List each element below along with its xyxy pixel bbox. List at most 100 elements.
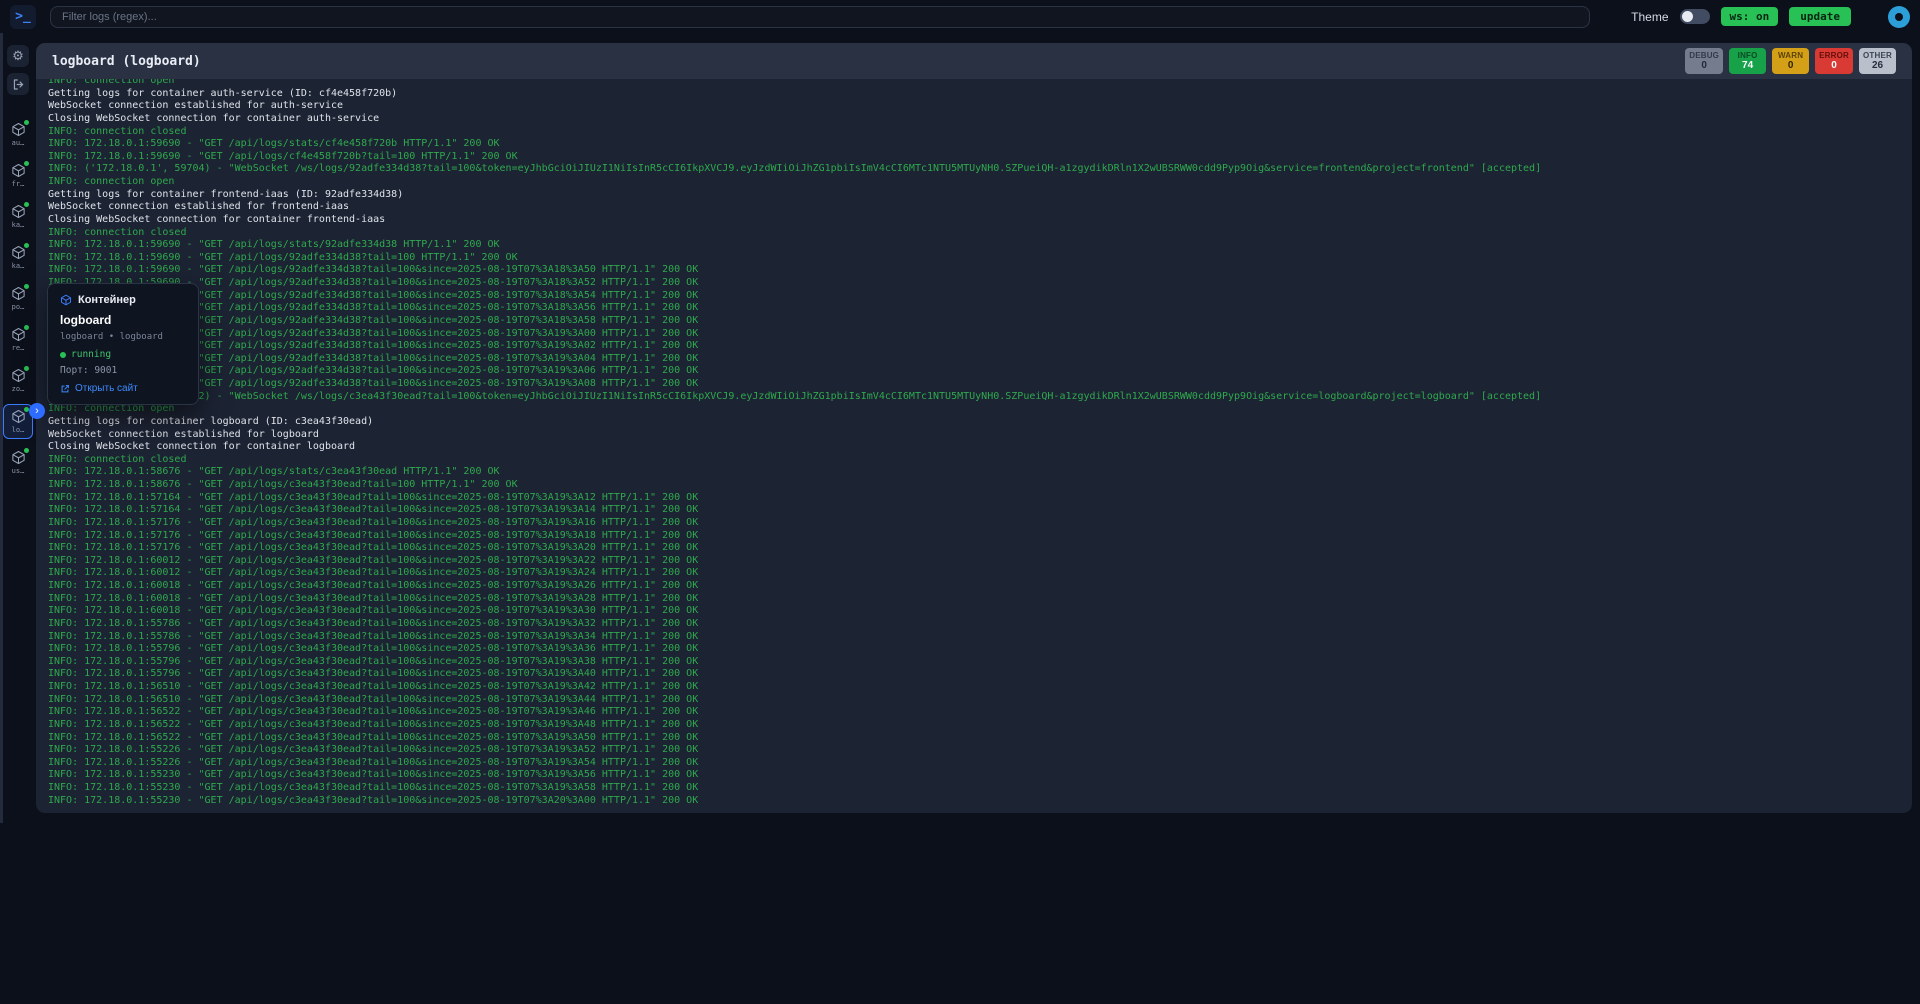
log-line: INFO: connection open — [48, 176, 1900, 189]
log-line: INFO: 172.18.0.1:60018 - "GET /api/logs/… — [48, 605, 1900, 618]
log-line: INFO: 172.18.0.1:55786 - "GET /api/logs/… — [48, 618, 1900, 631]
container-label: ka… — [12, 221, 25, 229]
gear-icon: ⚙ — [12, 48, 24, 64]
log-line: INFO: 172.18.0.1:58676 - "GET /api/logs/… — [48, 466, 1900, 479]
tooltip-kind-label: Контейнер — [78, 294, 136, 306]
badge-count: 0 — [1689, 60, 1719, 72]
running-status-dot — [24, 448, 29, 453]
log-line: INFO: connection closed — [48, 126, 1900, 139]
open-site-link[interactable]: Открыть сайт — [60, 383, 186, 394]
tooltip-container-name: logboard — [60, 313, 186, 327]
badge-label: WARN — [1776, 51, 1805, 61]
log-line: INFO: 172.18.0.1:57176 - "GET /api/logs/… — [48, 517, 1900, 530]
terminal-icon: >_ — [15, 9, 31, 24]
settings-button[interactable]: ⚙ — [7, 45, 29, 67]
log-line: INFO: ('172.18.0.1', 59704) - "WebSocket… — [48, 163, 1900, 176]
log-line: INFO: 172.18.0.1:60012 - "GET /api/logs/… — [48, 555, 1900, 568]
tooltip-subtitle: logboard • logboard — [60, 332, 186, 342]
container-icon — [11, 327, 26, 342]
log-line: INFO: 172.18.0.1:59690 - "GET /api/logs/… — [48, 290, 1900, 303]
level-count-badge[interactable]: DEBUG 0 — [1685, 48, 1723, 75]
container-icon — [11, 368, 26, 383]
page-scrollbar[interactable] — [0, 33, 3, 823]
open-site-label: Открыть сайт — [75, 383, 138, 394]
log-line: INFO: 172.18.0.1:59690 - "GET /api/logs/… — [48, 315, 1900, 328]
log-list: INFO: connection openGetting logs for co… — [48, 79, 1900, 807]
panel-title: logboard (logboard) — [52, 54, 201, 69]
theme-toggle[interactable] — [1680, 9, 1710, 24]
sidebar-container-item[interactable]: ka… — [3, 240, 33, 275]
sidebar-container-item[interactable]: fr… — [3, 158, 33, 193]
update-button[interactable]: update — [1789, 7, 1851, 26]
container-label: lo… — [12, 426, 25, 434]
log-line: INFO: 172.18.0.1:59690 - "GET /api/logs/… — [48, 151, 1900, 164]
log-line: INFO: 172.18.0.1:56522 - "GET /api/logs/… — [48, 732, 1900, 745]
log-line: INFO: connection closed — [48, 454, 1900, 467]
theme-label: Theme — [1631, 10, 1668, 24]
running-status-dot — [24, 284, 29, 289]
log-line: INFO: 172.18.0.1:56510 - "GET /api/logs/… — [48, 694, 1900, 707]
sidebar-container-list: au… fr… ka… ka… po… — [3, 117, 33, 480]
level-count-badge[interactable]: INFO 74 — [1729, 48, 1766, 75]
sidebar-expand-button[interactable]: › — [29, 403, 45, 419]
container-label: re… — [12, 344, 25, 352]
topbar: >_ Theme ws: on update — [0, 0, 1920, 33]
sidebar-container-item[interactable]: au… — [3, 117, 33, 152]
container-label: zo… — [12, 385, 25, 393]
log-line: INFO: 172.18.0.1:59690 - "GET /api/logs/… — [48, 353, 1900, 366]
level-count-badge[interactable]: WARN 0 — [1772, 48, 1809, 75]
container-label: fr… — [12, 180, 25, 188]
log-line: INFO: connection open — [48, 403, 1900, 416]
running-status-dot — [24, 202, 29, 207]
external-link-icon — [60, 384, 70, 394]
sidebar-container-item[interactable]: po… — [3, 281, 33, 316]
log-line: Closing WebSocket connection for contain… — [48, 113, 1900, 126]
log-line: INFO: 172.18.0.1:60018 - "GET /api/logs/… — [48, 593, 1900, 606]
sidebar-container-item[interactable]: re… — [3, 322, 33, 357]
container-label: au… — [12, 139, 25, 147]
panel-header: logboard (logboard) DEBUG 0 INFO 74 WARN… — [36, 43, 1912, 79]
log-line: WebSocket connection established for log… — [48, 429, 1900, 442]
container-icon — [11, 245, 26, 260]
badge-label: ERROR — [1819, 51, 1849, 61]
container-icon — [11, 409, 26, 424]
badge-count: 0 — [1819, 60, 1849, 72]
log-line: INFO: 172.18.0.1:59690 - "GET /api/logs/… — [48, 365, 1900, 378]
log-line: INFO: 172.18.0.1:59690 - "GET /api/logs/… — [48, 252, 1900, 265]
level-count-badge[interactable]: OTHER 26 — [1859, 48, 1896, 75]
cube-icon — [60, 294, 72, 306]
logout-button[interactable] — [7, 73, 29, 95]
container-icon — [11, 450, 26, 465]
log-line: Getting logs for container frontend-iaas… — [48, 189, 1900, 202]
log-line: INFO: 172.18.0.1:55230 - "GET /api/logs/… — [48, 769, 1900, 782]
tooltip-port: Порт: 9001 — [60, 365, 186, 376]
log-line: INFO: 172.18.0.1:60018 - "GET /api/logs/… — [48, 580, 1900, 593]
log-line: INFO: ('172.18.0.1', 58682) - "WebSocket… — [48, 391, 1900, 404]
connection-indicator-button[interactable] — [1888, 6, 1910, 28]
toggle-knob — [1682, 11, 1693, 22]
log-area[interactable]: INFO: connection openGetting logs for co… — [36, 79, 1912, 813]
level-count-badge[interactable]: ERROR 0 — [1815, 48, 1853, 75]
main-layout: ⚙ au… fr… ka… — [0, 33, 1920, 1004]
log-line: INFO: 172.18.0.1:55796 - "GET /api/logs/… — [48, 668, 1900, 681]
badge-label: INFO — [1733, 51, 1762, 61]
log-line: INFO: 172.18.0.1:59690 - "GET /api/logs/… — [48, 264, 1900, 277]
log-line: INFO: connection open — [48, 79, 1900, 88]
sidebar-container-item[interactable]: zo… — [3, 363, 33, 398]
websocket-status-badge: ws: on — [1721, 7, 1779, 26]
sidebar-container-item[interactable]: us… — [3, 445, 33, 480]
log-line: INFO: 172.18.0.1:59690 - "GET /api/logs/… — [48, 302, 1900, 315]
indicator-dot-icon — [1895, 13, 1903, 21]
log-line: INFO: 172.18.0.1:55786 - "GET /api/logs/… — [48, 631, 1900, 644]
container-icon — [11, 286, 26, 301]
log-line: Getting logs for container auth-service … — [48, 88, 1900, 101]
log-line: WebSocket connection established for fro… — [48, 201, 1900, 214]
container-icon — [11, 122, 26, 137]
sidebar-container-item[interactable]: ka… — [3, 199, 33, 234]
log-line: Closing WebSocket connection for contain… — [48, 441, 1900, 454]
log-line: INFO: 172.18.0.1:56522 - "GET /api/logs/… — [48, 719, 1900, 732]
log-line: INFO: 172.18.0.1:56522 - "GET /api/logs/… — [48, 706, 1900, 719]
log-filter-input[interactable] — [50, 6, 1590, 28]
log-line: INFO: 172.18.0.1:55230 - "GET /api/logs/… — [48, 795, 1900, 808]
log-line: INFO: 172.18.0.1:59690 - "GET /api/logs/… — [48, 138, 1900, 151]
